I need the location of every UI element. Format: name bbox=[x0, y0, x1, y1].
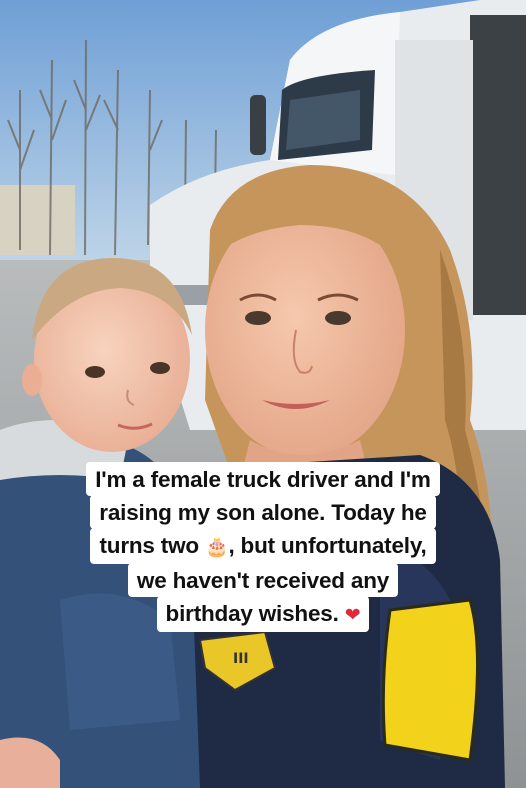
caption-line-4: we haven't received any bbox=[127, 563, 399, 597]
caption-line-3-start: turns two bbox=[99, 533, 205, 558]
caption-line-3-end: , but unfortunately, bbox=[228, 533, 427, 558]
red-heart-icon: ❤ bbox=[344, 604, 361, 626]
caption-line-5-start: birthday wishes. bbox=[165, 601, 345, 626]
truck-mirror bbox=[250, 95, 266, 155]
caption-line-1: I'm a female truck driver and I'm bbox=[86, 462, 440, 496]
svg-text:III: III bbox=[233, 651, 249, 667]
caption-line-3: turns two 🎂, but unfortunately, bbox=[90, 528, 436, 564]
distant-building bbox=[0, 185, 75, 255]
caption-overlay: I'm a female truck driver and I'm raisin… bbox=[0, 462, 526, 632]
caption-line-5: birthday wishes. ❤ bbox=[156, 596, 370, 632]
truck-trailer-side bbox=[470, 15, 526, 315]
photo: III I'm a female truck driver and I'm ra… bbox=[0, 0, 526, 788]
scene-illustration: III bbox=[0, 0, 526, 788]
caption-line-2: raising my son alone. Today he bbox=[90, 495, 436, 529]
birthday-cake-icon: 🎂 bbox=[204, 536, 229, 558]
